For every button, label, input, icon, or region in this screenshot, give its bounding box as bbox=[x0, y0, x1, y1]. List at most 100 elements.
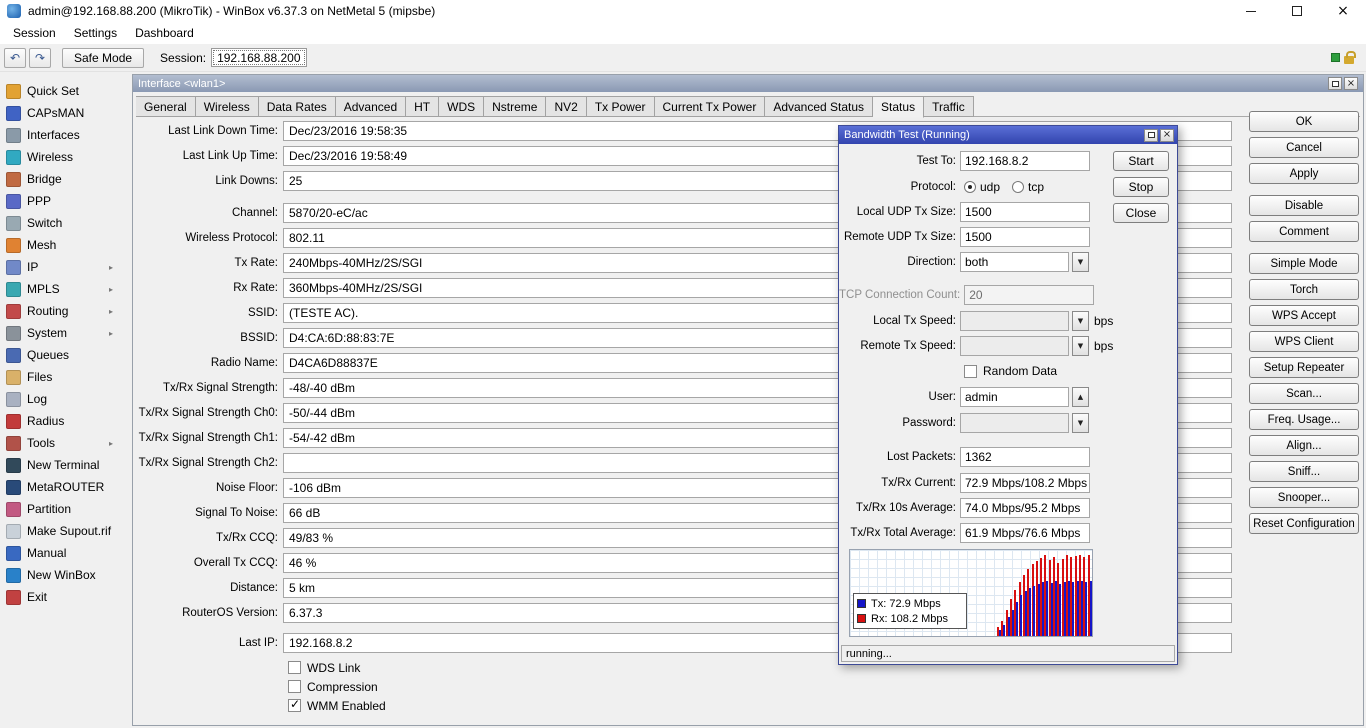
dialog-close-button[interactable]: × bbox=[1160, 129, 1174, 142]
stop-button[interactable]: Stop bbox=[1113, 177, 1169, 197]
menu-item[interactable]: Dashboard bbox=[126, 23, 203, 43]
tab[interactable]: Nstreme bbox=[484, 96, 546, 117]
action-button[interactable]: Align... bbox=[1249, 435, 1359, 456]
checkbox[interactable]: ✓ bbox=[288, 699, 301, 712]
menu-item[interactable]: Session bbox=[4, 23, 65, 43]
remote-tx-speed-input[interactable] bbox=[960, 336, 1069, 356]
sidebar-item[interactable]: Tools ▸ bbox=[0, 432, 131, 454]
action-button[interactable]: WPS Accept bbox=[1249, 305, 1359, 326]
sidebar-item[interactable]: Radius ▸ bbox=[0, 410, 131, 432]
password-dropdown-button[interactable]: ▼ bbox=[1072, 413, 1089, 433]
radio-udp[interactable] bbox=[964, 181, 976, 193]
txrx-total-average-value: 61.9 Mbps/76.6 Mbps bbox=[960, 523, 1090, 543]
tab[interactable]: Wireless bbox=[196, 96, 259, 117]
sidebar-item[interactable]: Quick Set ▸ bbox=[0, 80, 131, 102]
sidebar-item[interactable]: MetaROUTER ▸ bbox=[0, 476, 131, 498]
field-label: Overall Tx CCQ: bbox=[133, 557, 283, 569]
checkbox-row[interactable]: ✓ WMM Enabled bbox=[288, 696, 1232, 715]
sidebar-item[interactable]: MPLS ▸ bbox=[0, 278, 131, 300]
close-button[interactable]: × bbox=[1320, 0, 1366, 22]
interface-window-titlebar[interactable]: Interface <wlan1> × bbox=[133, 75, 1363, 92]
dialog-titlebar[interactable]: Bandwidth Test (Running) × bbox=[839, 126, 1177, 144]
sidebar-item[interactable]: IP ▸ bbox=[0, 256, 131, 278]
sidebar-item[interactable]: PPP ▸ bbox=[0, 190, 131, 212]
sidebar-item[interactable]: Switch ▸ bbox=[0, 212, 131, 234]
sidebar-item[interactable]: Log ▸ bbox=[0, 388, 131, 410]
lost-packets-row: Lost Packets: 1362 bbox=[839, 447, 1090, 467]
tab[interactable]: WDS bbox=[439, 96, 484, 117]
queues-icon bbox=[6, 348, 21, 363]
sidebar-item[interactable]: Bridge ▸ bbox=[0, 168, 131, 190]
sidebar-item[interactable]: System ▸ bbox=[0, 322, 131, 344]
sidebar-item[interactable]: Make Supout.rif ▸ bbox=[0, 520, 131, 542]
action-button[interactable]: Freq. Usage... bbox=[1249, 409, 1359, 430]
dialog-restore-button[interactable] bbox=[1144, 129, 1158, 142]
random-data-checkbox[interactable]: ✓ bbox=[964, 365, 977, 378]
local-tx-speed-dropdown-button[interactable]: ▼ bbox=[1072, 311, 1089, 331]
safe-mode-button[interactable]: Safe Mode bbox=[62, 48, 144, 68]
tab[interactable]: Traffic bbox=[924, 96, 974, 117]
action-button[interactable]: Cancel bbox=[1249, 137, 1359, 158]
redo-button[interactable]: ↷ bbox=[29, 48, 51, 68]
tab[interactable]: General bbox=[136, 96, 196, 117]
radio-tcp[interactable] bbox=[1012, 181, 1024, 193]
interface-close-button[interactable]: × bbox=[1344, 77, 1358, 90]
sidebar-item[interactable]: Partition ▸ bbox=[0, 498, 131, 520]
action-button[interactable]: Torch bbox=[1249, 279, 1359, 300]
tab[interactable]: HT bbox=[406, 96, 439, 117]
action-button[interactable]: Comment bbox=[1249, 221, 1359, 242]
start-button[interactable]: Start bbox=[1113, 151, 1169, 171]
checkbox[interactable]: ✓ bbox=[288, 661, 301, 674]
direction-select[interactable]: both bbox=[960, 252, 1069, 272]
tab[interactable]: Status bbox=[873, 96, 924, 118]
password-input[interactable] bbox=[960, 413, 1069, 433]
local-udp-size-input[interactable]: 1500 bbox=[960, 202, 1090, 222]
action-button[interactable]: OK bbox=[1249, 111, 1359, 132]
action-button[interactable]: Reset Configuration bbox=[1249, 513, 1359, 534]
tab[interactable]: Current Tx Power bbox=[655, 96, 766, 117]
user-spin-up-button[interactable]: ▲ bbox=[1072, 387, 1089, 407]
sidebar-item[interactable]: Queues ▸ bbox=[0, 344, 131, 366]
remote-udp-size-input[interactable]: 1500 bbox=[960, 227, 1090, 247]
checkbox-row[interactable]: ✓ Compression bbox=[288, 677, 1232, 696]
sidebar-item[interactable]: CAPsMAN ▸ bbox=[0, 102, 131, 124]
tcp-connection-count-row: TCP Connection Count: 20 bbox=[839, 285, 1094, 305]
action-button[interactable]: Disable bbox=[1249, 195, 1359, 216]
sidebar-item[interactable]: New Terminal ▸ bbox=[0, 454, 131, 476]
test-to-input[interactable]: 192.168.8.2 bbox=[960, 151, 1090, 171]
close-dialog-button[interactable]: Close bbox=[1113, 203, 1169, 223]
action-button[interactable]: Setup Repeater bbox=[1249, 357, 1359, 378]
sidebar-item[interactable]: Exit ▸ bbox=[0, 586, 131, 608]
tab[interactable]: Tx Power bbox=[587, 96, 655, 117]
checkbox[interactable]: ✓ bbox=[288, 680, 301, 693]
action-button[interactable]: WPS Client bbox=[1249, 331, 1359, 352]
sidebar-item[interactable]: Routing ▸ bbox=[0, 300, 131, 322]
local-tx-speed-input[interactable] bbox=[960, 311, 1069, 331]
session-input[interactable]: 192.168.88.200 bbox=[211, 48, 306, 67]
remote-tx-speed-dropdown-button[interactable]: ▼ bbox=[1072, 336, 1089, 356]
sidebar-item[interactable]: Manual ▸ bbox=[0, 542, 131, 564]
action-button[interactable]: Apply bbox=[1249, 163, 1359, 184]
sidebar-item[interactable]: Wireless ▸ bbox=[0, 146, 131, 168]
action-button[interactable]: Scan... bbox=[1249, 383, 1359, 404]
action-button[interactable]: Simple Mode bbox=[1249, 253, 1359, 274]
tab[interactable]: Advanced bbox=[336, 96, 406, 117]
direction-dropdown-button[interactable]: ▼ bbox=[1072, 252, 1089, 272]
chevron-down-icon: ▼ bbox=[1078, 419, 1083, 427]
action-button[interactable]: Sniff... bbox=[1249, 461, 1359, 482]
interface-restore-button[interactable] bbox=[1328, 77, 1342, 90]
sidebar-item[interactable]: Files ▸ bbox=[0, 366, 131, 388]
restore-button[interactable] bbox=[1274, 0, 1320, 22]
random-data-row[interactable]: ✓ Random Data bbox=[964, 361, 1057, 381]
sidebar-item[interactable]: Mesh ▸ bbox=[0, 234, 131, 256]
sidebar-item[interactable]: New WinBox ▸ bbox=[0, 564, 131, 586]
sidebar-item[interactable]: Interfaces ▸ bbox=[0, 124, 131, 146]
minimize-button[interactable] bbox=[1228, 0, 1274, 22]
tab[interactable]: Advanced Status bbox=[765, 96, 873, 117]
action-button[interactable]: Snooper... bbox=[1249, 487, 1359, 508]
menu-item[interactable]: Settings bbox=[65, 23, 126, 43]
user-input[interactable]: admin bbox=[960, 387, 1069, 407]
undo-button[interactable]: ↶ bbox=[4, 48, 26, 68]
tab[interactable]: Data Rates bbox=[259, 96, 336, 117]
tab[interactable]: NV2 bbox=[546, 96, 586, 117]
